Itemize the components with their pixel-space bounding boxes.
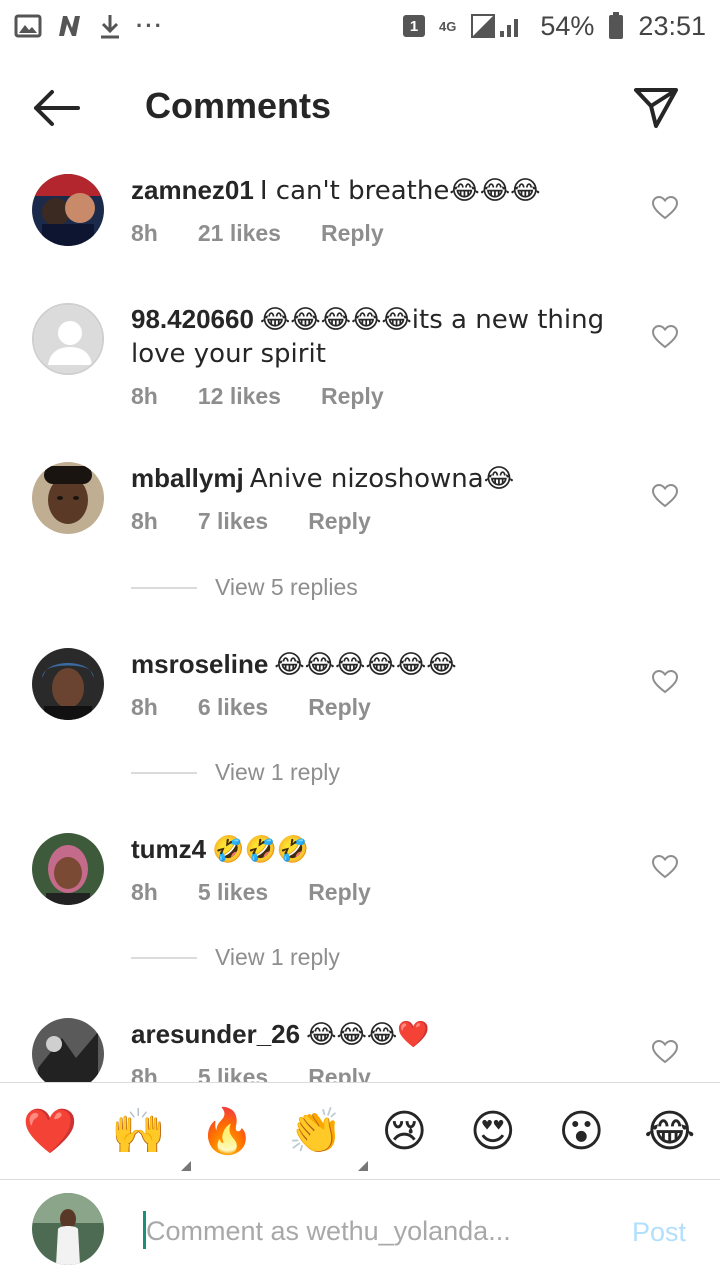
- like-heart-icon[interactable]: [652, 1040, 678, 1064]
- direct-send-icon[interactable]: [632, 84, 680, 130]
- quick-reactions-bar: ❤️ 🙌 🔥 👏 😢 😍 😮 😂: [0, 1082, 720, 1180]
- comment-likes[interactable]: 5 likes: [198, 1064, 268, 1082]
- battery-icon: [609, 12, 624, 39]
- avatar[interactable]: [32, 648, 104, 720]
- like-heart-icon[interactable]: [652, 325, 678, 349]
- reaction-crying-icon[interactable]: 😢: [374, 1101, 434, 1161]
- signal-icon: [471, 14, 519, 38]
- skin-tone-indicator: [180, 1161, 191, 1171]
- reaction-glyph: 🙌: [111, 1106, 167, 1157]
- network-label: 4G: [439, 18, 457, 34]
- comment-likes[interactable]: 12 likes: [198, 383, 281, 410]
- page-title: Comments: [145, 85, 332, 126]
- more-dots-icon: ···: [136, 13, 164, 38]
- post-button[interactable]: Post: [632, 1217, 686, 1248]
- download-icon: [101, 15, 119, 39]
- view-replies-label: View 1 reply: [215, 944, 340, 970]
- reaction-heart-eyes-icon[interactable]: 😍: [463, 1101, 523, 1161]
- reaction-glyph: 👏: [288, 1106, 344, 1157]
- comment-time: 8h: [131, 694, 158, 720]
- comment-time: 8h: [131, 879, 158, 905]
- comment-username[interactable]: mballymj: [131, 463, 244, 493]
- avatar[interactable]: [32, 1018, 104, 1082]
- n-icon: [59, 16, 80, 36]
- divider-line: [131, 771, 197, 774]
- compose-bar: Post: [0, 1181, 720, 1280]
- comment-time: 8h: [131, 220, 158, 246]
- comment-text: Anive nizoshowna😂: [249, 464, 515, 494]
- comment-text: 😂😂😂❤️: [306, 1020, 430, 1050]
- status-bar-right: 1 4G 54% 23:51: [403, 11, 706, 42]
- my-avatar: [32, 1193, 104, 1265]
- comment-username[interactable]: zamnez01: [131, 175, 254, 205]
- comment-username[interactable]: 98.420660: [131, 304, 254, 334]
- reply-button[interactable]: Reply: [321, 220, 384, 247]
- reaction-raised-hands-icon[interactable]: 🙌: [109, 1101, 191, 1171]
- comment-time: 8h: [131, 1064, 158, 1082]
- like-heart-icon[interactable]: [652, 484, 678, 508]
- avatar[interactable]: [32, 303, 104, 375]
- reply-button[interactable]: Reply: [321, 383, 384, 410]
- view-replies-button[interactable]: View 1 reply: [131, 759, 340, 786]
- divider-line: [131, 956, 197, 959]
- skin-tone-indicator: [357, 1161, 368, 1171]
- comments-list[interactable]: zamnez01 I can't breathe😂😂😂 8h 21 likes R…: [0, 160, 720, 1082]
- like-heart-icon[interactable]: [652, 670, 678, 694]
- view-replies-label: View 5 replies: [215, 574, 358, 600]
- view-replies-button[interactable]: View 1 reply: [131, 944, 340, 971]
- status-bar-left: ···: [14, 13, 164, 39]
- avatar[interactable]: [32, 833, 104, 905]
- reaction-clap-icon[interactable]: 👏: [286, 1101, 368, 1171]
- comment-input[interactable]: [146, 1209, 586, 1253]
- reaction-fire-icon[interactable]: 🔥: [197, 1101, 257, 1161]
- reply-button[interactable]: Reply: [308, 879, 371, 906]
- comment-text: 😂😂😂😂😂😂: [274, 650, 457, 680]
- reaction-surprised-icon[interactable]: 😮: [551, 1101, 611, 1161]
- comment-username[interactable]: msroseline: [131, 649, 268, 679]
- like-heart-icon[interactable]: [652, 196, 678, 220]
- comment-likes[interactable]: 7 likes: [198, 508, 268, 535]
- comment-time: 8h: [131, 508, 158, 534]
- status-bar: ··· 1 4G 54% 23:51: [0, 0, 720, 52]
- comment-likes[interactable]: 5 likes: [198, 879, 268, 906]
- view-replies-label: View 1 reply: [215, 759, 340, 785]
- reply-button[interactable]: Reply: [308, 694, 371, 721]
- comment-username[interactable]: aresunder_26: [131, 1019, 300, 1049]
- comment-likes[interactable]: 21 likes: [198, 220, 281, 247]
- comment-likes[interactable]: 6 likes: [198, 694, 268, 721]
- back-arrow-icon[interactable]: [30, 88, 82, 128]
- reply-button[interactable]: Reply: [308, 508, 371, 535]
- image-icon: [14, 14, 42, 38]
- view-replies-button[interactable]: View 5 replies: [131, 574, 358, 601]
- comment-text: I can't breathe😂😂😂: [259, 176, 541, 206]
- clock: 23:51: [638, 10, 706, 41]
- reaction-heart-icon[interactable]: ❤️: [20, 1101, 80, 1161]
- avatar[interactable]: [32, 174, 104, 246]
- comment-time: 8h: [131, 383, 158, 409]
- comment-username[interactable]: tumz4: [131, 834, 206, 864]
- avatar[interactable]: [32, 462, 104, 534]
- header: Comments: [0, 60, 720, 152]
- comment-text: 🤣🤣🤣: [212, 835, 310, 865]
- reply-button[interactable]: Reply: [308, 1064, 371, 1082]
- like-heart-icon[interactable]: [652, 855, 678, 879]
- sim-badge: 1: [403, 15, 426, 37]
- battery-percent: 54%: [540, 10, 595, 41]
- divider-line: [131, 586, 197, 589]
- reaction-laughing-icon[interactable]: 😂: [640, 1101, 700, 1161]
